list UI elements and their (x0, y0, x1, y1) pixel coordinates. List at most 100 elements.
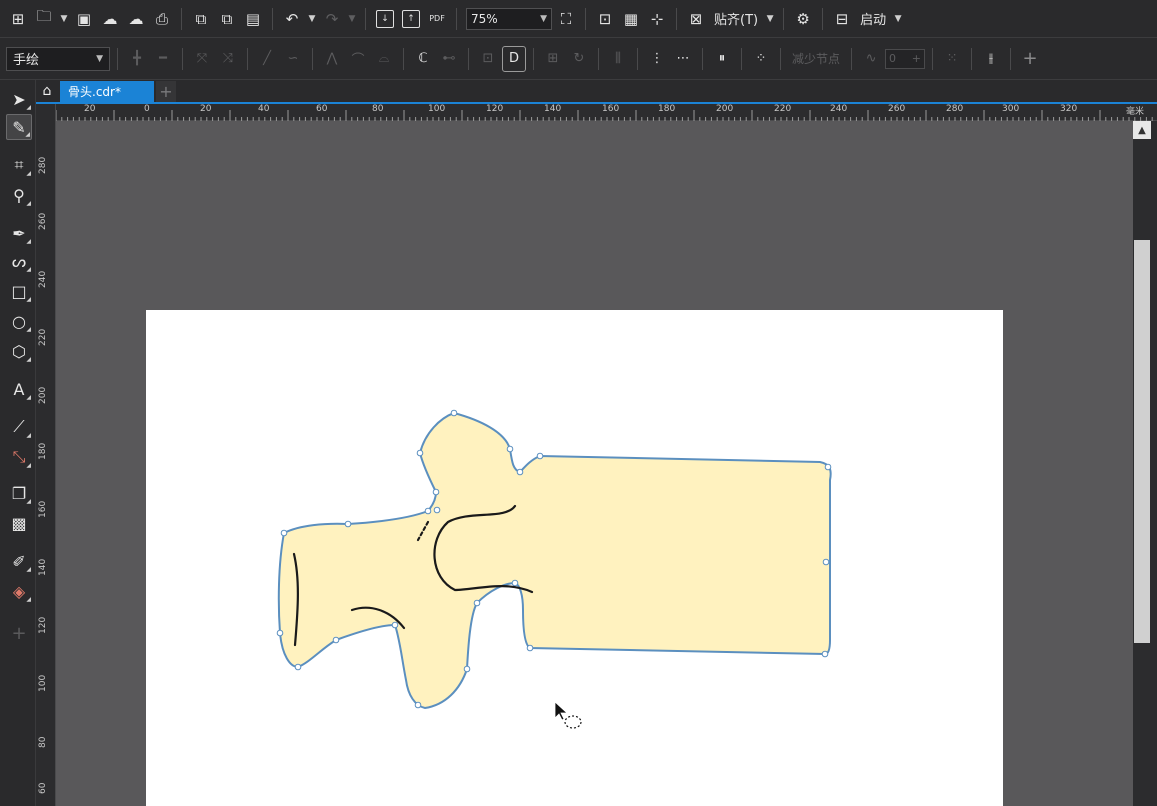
vertical-ruler[interactable]: 280 260 240 220 200 180 160 140 120 100 … (36, 104, 56, 806)
vertebra-shape[interactable] (277, 411, 832, 710)
snap-icon[interactable]: ⊠ (684, 6, 708, 32)
options-gear-icon[interactable]: ⚙ (791, 6, 815, 32)
separator (598, 47, 599, 70)
full-screen-icon[interactable]: ⛶ (554, 6, 578, 32)
separator (365, 7, 366, 30)
reverse-direction-icon[interactable]: ℂ (411, 46, 435, 72)
cusp-node-icon[interactable]: ⋀ (320, 46, 344, 72)
horizontal-reflect-icon[interactable]: ⋮ (645, 46, 669, 72)
align-nodes-icon[interactable]: ⫼ (606, 46, 630, 72)
delete-node-icon[interactable]: ━ (151, 46, 175, 72)
curve-smoothness-spinner[interactable]: 0 + (885, 48, 926, 69)
cut-icon[interactable]: ⧉ (189, 6, 213, 32)
interactive-fill-tool-icon[interactable]: ◈ ◢ (6, 578, 32, 604)
export-icon[interactable]: ↑ (399, 6, 423, 32)
smooth-node-icon[interactable]: ⌒ (346, 46, 370, 72)
drawing-canvas[interactable] (56, 121, 1133, 806)
chevron-down-icon: ▼ (540, 13, 547, 24)
upload-cloud-icon[interactable]: ☁ (98, 6, 122, 32)
undo-icon[interactable]: ↶ (280, 6, 304, 32)
customize-plus-icon[interactable]: + (1018, 46, 1042, 72)
zoom-level-value: 75% (471, 11, 498, 26)
open-folder-icon[interactable]: 🗀 (32, 6, 56, 32)
crop-tool-icon[interactable]: ⌗ ◢ (6, 152, 32, 178)
separator (783, 7, 785, 30)
break-curve-icon[interactable]: ⤨ (216, 46, 240, 72)
redo-dropdown-caret[interactable]: ▼ (346, 6, 358, 32)
node-tangent-icon[interactable]: ⫲ (979, 46, 1003, 72)
open-dropdown-caret[interactable]: ▼ (58, 6, 70, 32)
launch-menu[interactable]: 启动 (856, 6, 890, 32)
rotate-nodes-icon[interactable]: ↻ (567, 46, 591, 72)
plus-icon[interactable]: + (912, 52, 921, 65)
snap-to-menu[interactable]: 贴齐(T) (710, 6, 762, 32)
show-grid-icon[interactable]: ▦ (619, 6, 643, 32)
transparency-tool-icon[interactable]: ▩ (6, 510, 32, 536)
import-icon[interactable]: ↓ (373, 6, 397, 32)
home-icon[interactable]: ⌂ (38, 82, 56, 100)
shape-tool-icon[interactable]: ✎ ◢ (6, 114, 32, 140)
quick-customize-plus-icon[interactable]: + (6, 620, 32, 646)
curve-smoothness-value: 0 (889, 52, 897, 65)
separator (272, 7, 273, 30)
stretch-nodes-icon[interactable]: ⊞ (541, 46, 565, 72)
print-icon[interactable]: ⎙ (150, 6, 174, 32)
save-icon[interactable]: ▣ (72, 6, 96, 32)
copy-icon[interactable]: ⧉ (215, 6, 239, 32)
extract-subpath-icon[interactable]: ⊡ (476, 46, 500, 72)
text-tool-icon[interactable]: A ◢ (6, 376, 32, 402)
parallel-dimension-tool-icon[interactable]: ⟋ ◢ (6, 414, 32, 440)
polygon-tool-icon[interactable]: ⬡ ◢ (6, 338, 32, 364)
show-guidelines-icon[interactable]: ⊹ (645, 6, 669, 32)
freehand-mode-select[interactable]: 手绘 ▼ (6, 46, 110, 71)
scroll-up-arrow-icon[interactable]: ▲ (1133, 121, 1151, 139)
artistic-media-tool-icon[interactable]: ᔕ ◢ (6, 248, 32, 274)
close-curve-icon[interactable]: D (502, 45, 526, 72)
publish-pdf-icon[interactable]: PDF (425, 6, 449, 32)
symmetrical-node-icon[interactable]: ⌓ (372, 46, 396, 72)
ruler-label: 240 (38, 270, 48, 288)
show-rulers-icon[interactable]: ⊡ (593, 6, 617, 32)
document-tab[interactable]: 骨头.cdr* (60, 81, 154, 102)
snap-dropdown-caret[interactable]: ▼ (764, 6, 776, 32)
rectangle-tool-icon[interactable]: □ ◢ (6, 278, 32, 304)
zoom-tool-icon[interactable]: ⚲ ◢ (6, 182, 32, 208)
launch-icon[interactable]: ⊟ (830, 6, 854, 32)
add-node-icon[interactable]: ╋ (125, 46, 149, 72)
curve-smoothness-icon: ∿ (865, 51, 877, 66)
paste-icon[interactable]: ▤ (241, 6, 265, 32)
ruler-label: 160 (38, 500, 48, 518)
pick-tool-icon[interactable]: ➤ ◢ (6, 86, 32, 112)
separator (851, 47, 853, 70)
download-cloud-icon[interactable]: ☁ (124, 6, 148, 32)
elastic-mode-icon[interactable]: ⏸ (710, 46, 734, 72)
document-tab-bar: ⌂ 骨头.cdr* + (36, 80, 1157, 102)
select-all-nodes-icon[interactable]: ⁘ (749, 46, 773, 72)
undo-dropdown-caret[interactable]: ▼ (306, 6, 318, 32)
convert-to-line-icon[interactable]: ╱ (255, 46, 279, 72)
eyedropper-tool-icon[interactable]: ✐ ◢ (6, 548, 32, 574)
separator (117, 47, 118, 70)
new-document-icon[interactable]: ⊞ (6, 6, 30, 32)
separator (585, 7, 586, 30)
select-nodes-icon[interactable]: ⁙ (940, 46, 964, 72)
drop-shadow-tool-icon[interactable]: ❐ ◢ (6, 480, 32, 506)
document-tab-title: 骨头.cdr* (68, 85, 121, 99)
zoom-level-select[interactable]: 75% ▼ (466, 7, 552, 30)
ellipse-tool-icon[interactable]: ○ ◢ (6, 308, 32, 334)
vertical-reflect-icon[interactable]: ⋯ (671, 46, 695, 72)
launch-dropdown-caret[interactable]: ▼ (892, 6, 904, 32)
separator (533, 47, 534, 70)
separator (676, 7, 677, 30)
freehand-tool-icon[interactable]: ✒ ◢ (6, 220, 32, 246)
reduce-nodes-button[interactable]: 减少节点 (788, 50, 844, 67)
extend-curve-icon[interactable]: ⊷ (437, 46, 461, 72)
join-nodes-icon[interactable]: ⤧ (190, 46, 214, 72)
horizontal-ruler[interactable]: 20 0 20 40 60 80 100 120 140 160 180 200… (56, 104, 1157, 121)
new-tab-plus-icon[interactable]: + (156, 81, 176, 102)
connector-tool-icon[interactable]: ⤡ ◢ (6, 444, 32, 470)
separator (741, 47, 742, 70)
redo-icon[interactable]: ↷ (320, 6, 344, 32)
convert-to-curve-icon[interactable]: ∽ (281, 46, 305, 72)
scrollbar-thumb[interactable] (1134, 240, 1150, 643)
